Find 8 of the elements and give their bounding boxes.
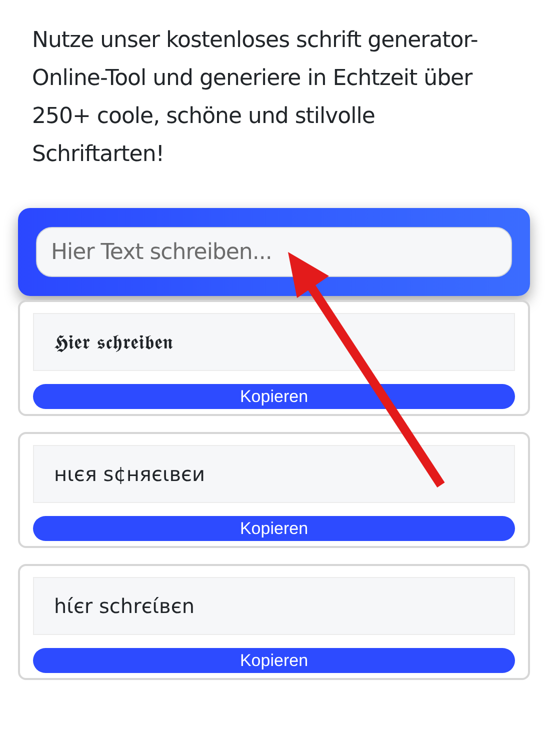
- copy-button[interactable]: Kopieren: [33, 516, 515, 541]
- intro-paragraph: Nutze unser kostenloses schrift generator-Online-Tool und generiere in Echtzeit über 250+ coole, schöne und stilvolle Schriftarten!: [31, 27, 479, 169]
- sample-text: 𝕳𝖎𝖊𝖗 𝖘𝖈𝖍𝖗𝖊𝖎𝖇𝖊𝖓: [54, 329, 172, 356]
- sample-text: нιєя ѕ¢няєιвєи: [54, 461, 205, 488]
- copy-button[interactable]: Kopieren: [33, 648, 515, 673]
- text-input-field[interactable]: Hier Text schreiben...: [36, 227, 512, 277]
- sample-text: hίєr schrєίвєn: [54, 593, 194, 620]
- copy-button[interactable]: Kopieren: [33, 384, 515, 409]
